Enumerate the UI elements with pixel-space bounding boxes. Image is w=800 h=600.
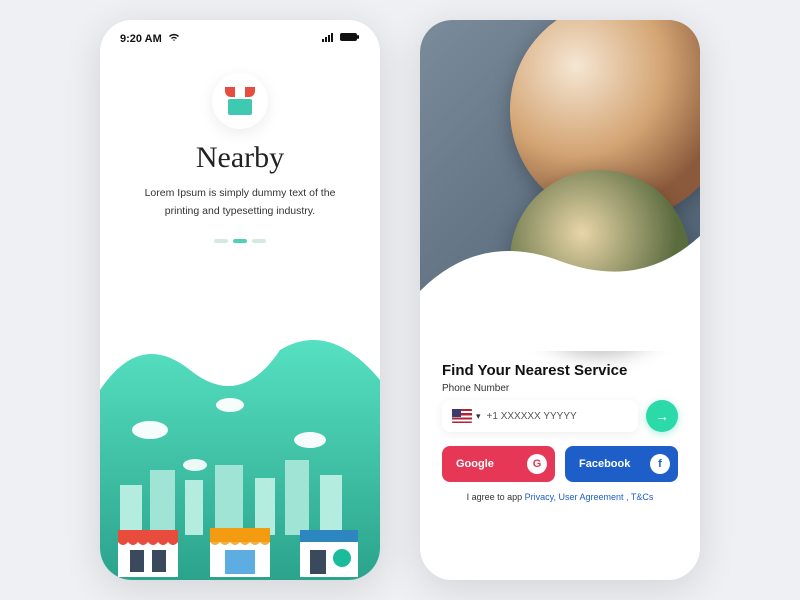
- app-title: Nearby: [100, 141, 380, 175]
- page-dot[interactable]: [214, 239, 228, 243]
- page-indicator[interactable]: [100, 239, 380, 243]
- submit-button[interactable]: →: [646, 400, 678, 432]
- arrow-right-icon: →: [655, 408, 669, 424]
- facebook-login-button[interactable]: Facebook f: [565, 446, 678, 482]
- status-bar: 9:20 AM: [100, 20, 380, 49]
- signal-icon: [322, 32, 336, 45]
- wifi-icon: [168, 32, 180, 45]
- battery-icon: [340, 32, 360, 45]
- onboarding-screen: 9:20 AM Nearby Lorem Ipsum is simply dum…: [100, 20, 380, 580]
- city-illustration: [100, 310, 380, 580]
- page-dot[interactable]: [252, 239, 266, 243]
- page-dot-active[interactable]: [233, 239, 247, 243]
- google-login-button[interactable]: Google G: [442, 446, 555, 482]
- facebook-icon: f: [650, 454, 670, 474]
- facebook-label: Facebook: [579, 458, 630, 470]
- flag-icon[interactable]: [452, 409, 472, 423]
- status-time: 9:20 AM: [120, 33, 162, 45]
- chevron-down-icon[interactable]: ▾: [476, 411, 481, 422]
- phone-input[interactable]: ▾ +1 XXXXXX YYYYY: [442, 400, 638, 432]
- phone-label: Phone Number: [442, 383, 678, 394]
- login-form: Find Your Nearest Service Phone Number ▾…: [420, 350, 700, 516]
- phone-placeholder: +1 XXXXXX YYYYY: [487, 411, 577, 422]
- google-label: Google: [456, 458, 494, 470]
- google-icon: G: [527, 454, 547, 474]
- terms-text: I agree to app Privacy, User Agreement ,…: [442, 492, 678, 502]
- app-logo: [212, 73, 268, 129]
- terms-links[interactable]: Privacy, User Agreement , T&Cs: [525, 492, 654, 502]
- store-icon: [225, 87, 255, 115]
- form-title: Find Your Nearest Service: [442, 362, 678, 379]
- login-screen: Find Your Nearest Service Phone Number ▾…: [420, 20, 700, 580]
- hero-collage: [420, 20, 700, 350]
- app-description: Lorem Ipsum is simply dummy text of the …: [100, 185, 380, 221]
